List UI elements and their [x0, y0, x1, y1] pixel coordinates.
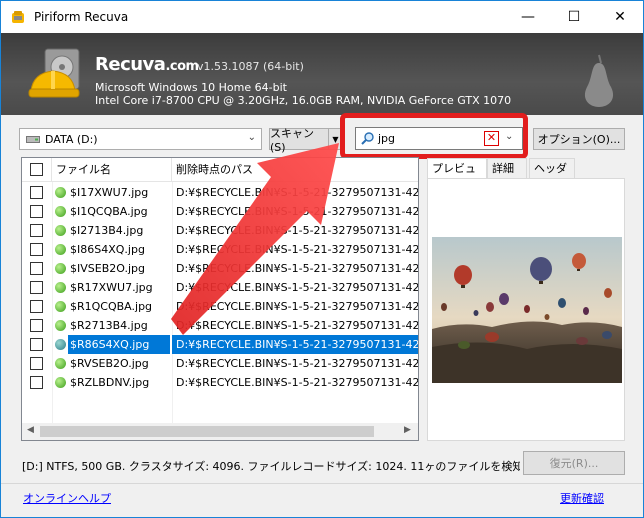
file-name: $R86S4XQ.jpg	[70, 338, 150, 351]
recovery-status-icon	[55, 263, 66, 274]
brand-suffix: .com	[165, 59, 199, 74]
select-all-column	[22, 158, 52, 182]
recovery-status-icon	[55, 225, 66, 236]
system-info: Microsoft Windows 10 Home 64-bit Intel C…	[95, 81, 511, 107]
drive-label: DATA (D:)	[45, 132, 98, 146]
scrollbar-thumb[interactable]	[40, 426, 374, 437]
scroll-right-icon[interactable]: ▶	[404, 425, 411, 435]
row-checkbox[interactable]	[30, 300, 43, 313]
row-checkbox[interactable]	[30, 262, 43, 275]
table-row[interactable]: $R2713B4.jpg D:¥$RECYCLE.BIN¥S-1-5-21-327…	[22, 316, 418, 335]
file-path: D:¥$RECYCLE.BIN¥S-1-5-21-3279507131-4286…	[176, 224, 419, 237]
options-button[interactable]: オプション(O)...	[533, 128, 625, 150]
file-name: $R17XWU7.jpg	[70, 281, 153, 294]
file-path: D:¥$RECYCLE.BIN¥S-1-5-21-3279507131-4286…	[176, 262, 419, 275]
row-checkbox[interactable]	[30, 186, 43, 199]
row-checkbox[interactable]	[30, 224, 43, 237]
file-name: $R1QCQBA.jpg	[70, 300, 153, 313]
file-name: $I2713B4.jpg	[70, 224, 144, 237]
table-row[interactable]: $I1QCQBA.jpg D:¥$RECYCLE.BIN¥S-1-5-21-327…	[22, 202, 418, 221]
status-text: [D:] NTFS, 500 GB. クラスタサイズ: 4096. ファイルレコ…	[22, 460, 520, 473]
recuva-window: Piriform Recuva — ☐ ✕ Recuva.com v1.53.1…	[0, 0, 644, 518]
recuva-logo-icon	[28, 48, 80, 98]
file-name: $IVSEB2O.jpg	[70, 262, 145, 275]
file-path: D:¥$RECYCLE.BIN¥S-1-5-21-3279507131-4286…	[176, 186, 419, 199]
table-row[interactable]: $IVSEB2O.jpg D:¥$RECYCLE.BIN¥S-1-5-21-327…	[22, 259, 418, 278]
file-name: $I1QCQBA.jpg	[70, 205, 148, 218]
file-path: D:¥$RECYCLE.BIN¥S-1-5-21-3279507131-4286…	[176, 376, 419, 389]
hardware-info: Intel Core i7-8700 CPU @ 3.20GHz, 16.0GB…	[95, 94, 512, 107]
table-row[interactable]: $RZLBDNV.jpg D:¥$RECYCLE.BIN¥S-1-5-21-327…	[22, 373, 418, 392]
piriform-pear-icon	[584, 54, 614, 107]
maximize-button[interactable]: ☐	[551, 1, 597, 33]
file-path: D:¥$RECYCLE.BIN¥S-1-5-21-3279507131-4286…	[176, 357, 419, 370]
chevron-down-icon: ⌄	[247, 132, 256, 143]
file-path: D:¥$RECYCLE.BIN¥S-1-5-21-3279507131-4286…	[176, 338, 419, 351]
file-name: $R2713B4.jpg	[70, 319, 148, 332]
scroll-left-icon[interactable]: ◀	[27, 425, 34, 435]
title-bar: Piriform Recuva — ☐ ✕	[1, 1, 643, 33]
row-checkbox[interactable]	[30, 376, 43, 389]
tab-details[interactable]: 詳細	[487, 158, 527, 178]
online-help-link[interactable]: オンラインヘルプ	[23, 490, 111, 506]
file-path: D:¥$RECYCLE.BIN¥S-1-5-21-3279507131-4286…	[176, 300, 419, 313]
os-info: Microsoft Windows 10 Home 64-bit	[95, 81, 287, 94]
table-row[interactable]: $R17XWU7.jpg D:¥$RECYCLE.BIN¥S-1-5-21-327…	[22, 278, 418, 297]
recuva-app-icon	[12, 11, 24, 23]
recovery-status-icon	[55, 282, 66, 293]
minimize-button[interactable]: —	[505, 1, 551, 33]
window-title: Piriform Recuva	[34, 10, 129, 24]
file-list: ファイル名 削除時点のパス $I17XWU7.jpg D:¥$RECYCLE.BI…	[21, 157, 419, 441]
brand-name: Recuva.com	[95, 54, 199, 75]
drive-icon	[26, 135, 40, 143]
file-path: D:¥$RECYCLE.BIN¥S-1-5-21-3279507131-4286…	[176, 319, 419, 332]
check-updates-link[interactable]: 更新確認	[560, 490, 604, 506]
recovery-status-icon	[55, 206, 66, 217]
tab-preview[interactable]: プレビュー	[427, 158, 487, 194]
preview-pane	[427, 178, 625, 441]
table-row[interactable]: $I86S4XQ.jpg D:¥$RECYCLE.BIN¥S-1-5-21-327…	[22, 240, 418, 259]
recover-button[interactable]: 復元(R)...	[523, 451, 625, 475]
drive-select[interactable]: DATA (D:) ⌄	[19, 128, 262, 150]
row-checkbox[interactable]	[30, 319, 43, 332]
file-path: D:¥$RECYCLE.BIN¥S-1-5-21-3279507131-4286…	[176, 243, 419, 256]
footer-divider	[1, 483, 643, 484]
table-row[interactable]: $I17XWU7.jpg D:¥$RECYCLE.BIN¥S-1-5-21-327…	[22, 183, 418, 202]
row-checkbox[interactable]	[30, 357, 43, 370]
file-path: D:¥$RECYCLE.BIN¥S-1-5-21-3279507131-4286…	[176, 205, 419, 218]
file-name: $I17XWU7.jpg	[70, 186, 149, 199]
scan-button[interactable]: スキャン(S)	[269, 127, 329, 154]
table-row[interactable]: $R1QCQBA.jpg D:¥$RECYCLE.BIN¥S-1-5-21-327…	[22, 297, 418, 316]
close-button[interactable]: ✕	[597, 1, 643, 33]
horizontal-scrollbar[interactable]: ◀ ▶	[22, 423, 418, 440]
row-checkbox[interactable]	[30, 205, 43, 218]
brand-text: Recuva	[95, 54, 166, 75]
recovery-status-icon	[55, 377, 66, 388]
row-checkbox[interactable]	[30, 243, 43, 256]
file-name: $RZLBDNV.jpg	[70, 376, 150, 389]
preview-image	[432, 237, 622, 383]
select-all-checkbox[interactable]	[30, 163, 43, 176]
callout-highlight-box	[340, 113, 528, 159]
recovery-status-icon	[55, 301, 66, 312]
table-row[interactable]: $R86S4XQ.jpg D:¥$RECYCLE.BIN¥S-1-5-21-327…	[22, 335, 418, 354]
row-checkbox[interactable]	[30, 338, 43, 351]
recovery-status-icon	[55, 358, 66, 369]
file-name: $RVSEB2O.jpg	[70, 357, 149, 370]
column-header-path[interactable]: 削除時点のパス	[172, 158, 418, 182]
header-banner: Recuva.com v1.53.1087 (64-bit) Microsoft…	[1, 33, 643, 115]
recovery-status-icon	[55, 339, 66, 350]
list-header: ファイル名 削除時点のパス	[22, 158, 418, 182]
recovery-status-icon	[55, 244, 66, 255]
tab-header[interactable]: ヘッダー	[529, 158, 575, 194]
recovery-status-icon	[55, 187, 66, 198]
file-path: D:¥$RECYCLE.BIN¥S-1-5-21-3279507131-4286…	[176, 281, 419, 294]
column-header-filename[interactable]: ファイル名	[52, 158, 172, 182]
table-row[interactable]: $I2713B4.jpg D:¥$RECYCLE.BIN¥S-1-5-21-327…	[22, 221, 418, 240]
recovery-status-icon	[55, 320, 66, 331]
version-text: v1.53.1087 (64-bit)	[197, 60, 304, 73]
file-name: $I86S4XQ.jpg	[70, 243, 145, 256]
table-row[interactable]: $RVSEB2O.jpg D:¥$RECYCLE.BIN¥S-1-5-21-327…	[22, 354, 418, 373]
row-checkbox[interactable]	[30, 281, 43, 294]
